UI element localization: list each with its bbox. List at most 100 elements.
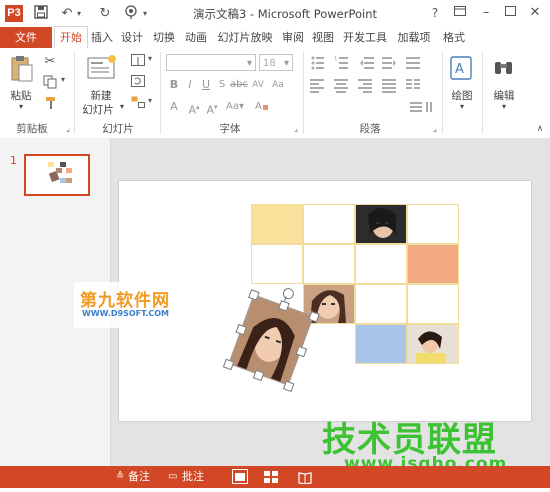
redo-icon[interactable]: ↻: [96, 5, 114, 22]
grid-cell[interactable]: [303, 204, 355, 244]
grid-cell[interactable]: [355, 244, 407, 284]
tab-transitions[interactable]: 切换: [150, 27, 178, 48]
new-slide-dropdown-icon[interactable]: ▾: [117, 102, 127, 111]
shadow-icon[interactable]: S: [214, 77, 230, 93]
editing-dropdown-icon[interactable]: ▾: [498, 102, 510, 111]
find-binoculars-icon[interactable]: [492, 56, 516, 82]
layout-icon[interactable]: [130, 54, 146, 70]
new-slide-icon[interactable]: [86, 54, 118, 82]
grid-cell[interactable]: [407, 204, 459, 244]
portrait-photo[interactable]: [355, 204, 407, 244]
editing-label[interactable]: 编辑: [488, 88, 520, 103]
new-slide-label-2[interactable]: 幻灯片: [78, 102, 118, 117]
portrait-photo[interactable]: [407, 324, 459, 364]
comments-button[interactable]: 批注: [182, 466, 204, 488]
tab-addins[interactable]: 加载项: [394, 27, 434, 48]
undo-dropdown-icon[interactable]: ▾: [74, 5, 84, 22]
grid-cell[interactable]: [251, 244, 303, 284]
tab-developer[interactable]: 开发工具: [340, 27, 390, 48]
bold-icon[interactable]: B: [166, 77, 182, 93]
comments-icon[interactable]: ▭: [168, 466, 177, 488]
char-spacing-icon[interactable]: AV: [250, 77, 266, 93]
clipboard-launcher-icon[interactable]: ⌟: [63, 124, 73, 133]
paste-label[interactable]: 粘贴: [6, 88, 36, 103]
grid-cell[interactable]: [303, 244, 355, 284]
notes-icon[interactable]: ≙: [116, 466, 124, 488]
drawing-label[interactable]: 绘图: [446, 88, 478, 103]
grid-cell-filled[interactable]: [251, 204, 303, 244]
slide-sorter-icon[interactable]: [264, 470, 278, 492]
touch-mode-icon[interactable]: [122, 5, 140, 22]
slides-group-label: 幻灯片: [102, 123, 134, 135]
format-painter-icon[interactable]: [42, 96, 58, 112]
font-color-icon[interactable]: A: [166, 99, 182, 115]
customize-qat-icon[interactable]: ▾: [140, 5, 150, 22]
tab-review[interactable]: 审阅: [280, 27, 306, 48]
site-watermark-logo: 第九软件网: [80, 291, 170, 311]
text-direction-icon[interactable]: [410, 99, 440, 115]
slide-thumbnail[interactable]: [24, 154, 90, 196]
resize-handle[interactable]: [222, 358, 235, 371]
selected-rotated-photo[interactable]: [222, 286, 320, 393]
tab-design[interactable]: 设计: [118, 27, 146, 48]
tab-slideshow[interactable]: 幻灯片放映: [214, 27, 276, 48]
collapse-ribbon-icon[interactable]: ∧: [534, 124, 546, 134]
underline-icon[interactable]: U: [198, 77, 214, 93]
section-icon[interactable]: [130, 96, 146, 112]
grid-cell[interactable]: [407, 284, 459, 324]
paragraph-launcher-icon[interactable]: ⌟: [430, 124, 440, 133]
save-icon[interactable]: [32, 5, 50, 22]
copy-icon[interactable]: [42, 75, 58, 91]
maximize-button[interactable]: [499, 3, 521, 23]
site-watermark-url: WWW.D9SOFT.COM: [82, 309, 170, 318]
change-case-icon[interactable]: Aa: [270, 77, 286, 93]
ribbon: 粘贴 ▾ ✂ ▾ 剪贴板 ⌟ 新建 幻灯片 ▾ ▾ ▾ 幻灯片 ▾ 18 ▾ B …: [0, 48, 550, 139]
reset-icon[interactable]: [130, 75, 146, 91]
file-tab[interactable]: 文件: [0, 27, 52, 48]
tab-animations[interactable]: 动画: [182, 27, 210, 48]
group-divider: [160, 52, 161, 134]
drawing-icon[interactable]: A: [450, 56, 474, 82]
tab-view[interactable]: 视图: [310, 27, 336, 48]
change-case-dropdown-icon[interactable]: Aa▾: [224, 99, 246, 115]
minimize-button[interactable]: –: [475, 3, 497, 23]
help-button[interactable]: ?: [424, 3, 446, 23]
clear-formatting-icon[interactable]: A: [254, 99, 270, 115]
rotation-handle[interactable]: [281, 286, 296, 301]
strikethrough-icon[interactable]: abc: [230, 77, 248, 93]
cut-icon[interactable]: ✂: [42, 54, 58, 70]
tab-insert[interactable]: 插入: [88, 27, 116, 48]
font-group-label: 字体: [219, 123, 241, 135]
resize-handle[interactable]: [282, 380, 295, 393]
new-slide-label-1[interactable]: 新建: [78, 88, 124, 103]
copy-dropdown-icon[interactable]: ▾: [59, 75, 67, 84]
ribbon-display-options-icon[interactable]: [449, 3, 471, 23]
grid-cell[interactable]: [355, 284, 407, 324]
grow-font-icon[interactable]: A▴: [186, 99, 202, 117]
notes-button[interactable]: 备注: [128, 466, 150, 488]
normal-view-icon[interactable]: [232, 469, 248, 484]
tab-home[interactable]: 开始: [54, 26, 88, 49]
section-dropdown-icon[interactable]: ▾: [146, 96, 154, 105]
powerpoint-logo-icon[interactable]: P3: [5, 5, 23, 22]
font-name-combo[interactable]: ▾: [166, 54, 256, 71]
drawing-dropdown-icon[interactable]: ▾: [456, 102, 468, 111]
svg-text:1: 1: [334, 56, 337, 62]
close-button[interactable]: ✕: [524, 3, 546, 23]
grid-cell-filled[interactable]: [407, 244, 459, 284]
paragraph-group-label: 段落: [359, 123, 381, 135]
alignment-buttons: [310, 77, 430, 93]
reading-view-icon[interactable]: [298, 470, 312, 492]
group-divider: [303, 52, 304, 134]
resize-handle[interactable]: [252, 369, 265, 382]
font-launcher-icon[interactable]: ⌟: [291, 124, 301, 133]
tab-format[interactable]: 格式: [440, 27, 468, 48]
font-size-combo[interactable]: 18 ▾: [259, 54, 293, 71]
shrink-font-icon[interactable]: A▾: [204, 99, 220, 117]
italic-icon[interactable]: I: [182, 77, 198, 93]
group-divider: [442, 52, 443, 134]
layout-dropdown-icon[interactable]: ▾: [146, 54, 154, 63]
grid-cell-filled[interactable]: [355, 324, 407, 364]
paste-dropdown-icon[interactable]: ▾: [14, 102, 28, 111]
paste-icon[interactable]: [10, 54, 34, 84]
